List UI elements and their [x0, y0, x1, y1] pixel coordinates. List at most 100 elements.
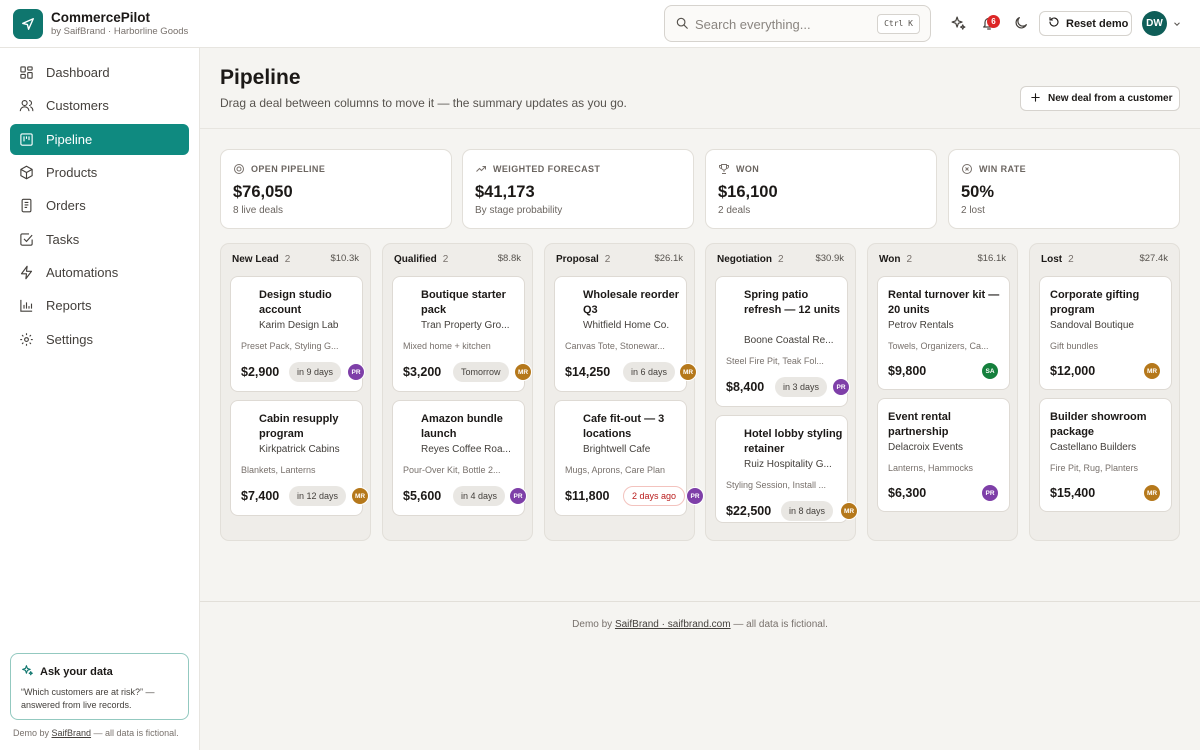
deal-card[interactable]: Design studio account Karim Design Lab P… [230, 276, 365, 392]
deal-card[interactable]: Rental turnover kit — 20 units Petrov Re… [877, 276, 1010, 390]
kanban-icon [20, 133, 33, 146]
chevron-down-icon[interactable] [1172, 17, 1182, 32]
new-deal-button[interactable]: New deal from a customer [1020, 86, 1180, 111]
sidebar-item-label: Products [46, 165, 98, 180]
kpi-subtext: 2 lost [961, 205, 985, 216]
moon-icon[interactable] [1011, 13, 1031, 33]
deal-amount: $2,900 [241, 365, 280, 379]
deal-amount: $5,600 [403, 489, 442, 503]
column-count: 2 [442, 254, 449, 265]
sidebar-item-tasks[interactable]: Tasks [10, 224, 189, 255]
ask-your-data-panel[interactable]: Ask your data “Which customers are at ri… [10, 653, 189, 720]
main-content: Pipeline Drag a deal between columns to … [200, 48, 1200, 750]
sidebar-item-dashboard[interactable]: Dashboard [10, 57, 189, 88]
sidebar-item-products[interactable]: Products [10, 157, 189, 188]
sidebar-item-customers[interactable]: Customers [10, 90, 189, 121]
deal-card[interactable]: Wholesale reorder Q3 Whitfield Home Co. … [554, 276, 697, 392]
saifbrand-site-link[interactable]: SaifBrand · saifbrand.com [615, 619, 731, 630]
column-header: Qualified 2 [394, 254, 448, 265]
box-icon [20, 165, 33, 180]
deal-title: Amazon bundle launch [421, 413, 503, 440]
deal-card[interactable]: Boutique starter pack Tran Property Gro.… [392, 276, 532, 392]
sidebar-item-pipeline[interactable]: Pipeline [10, 124, 189, 155]
kpi-open-pipeline: OPEN PIPELINE $76,050 8 live deals [220, 149, 452, 229]
sidebar-item-orders[interactable]: Orders [10, 190, 189, 221]
deal-title: Corporate gifting program [1050, 289, 1140, 316]
sidebar-footer: Demo by SaifBrand — all data is fictiona… [13, 728, 179, 738]
trophy-icon [719, 164, 729, 174]
pipeline-column-negotiation[interactable]: Negotiation 2 $30.9k Spring patio refresh… [705, 243, 858, 541]
sidebar-item-automations[interactable]: Automations [10, 257, 189, 288]
deal-card[interactable]: Event rental partnership Delacroix Event… [877, 398, 1010, 512]
deal-items: Preset Pack, Styling G... [241, 341, 339, 351]
owner-avatar: MR [351, 487, 369, 505]
bolt-icon [20, 265, 33, 280]
sidebar-item-label: Settings [46, 332, 93, 347]
deal-title: Boutique starter pack [421, 289, 506, 316]
search-placeholder: Search everything... [695, 17, 811, 32]
x-circle-icon [962, 164, 972, 174]
owner-avatar: MR [1143, 484, 1161, 502]
deal-customer: Delacroix Events [888, 442, 964, 453]
sidebar-item-label: Tasks [46, 232, 80, 247]
pipeline-column-proposal[interactable]: Proposal 2 $26.1k Wholesale reorder Q3 Wh… [544, 243, 704, 541]
overdue-date-badge: 2 days ago [623, 486, 686, 506]
saifbrand-link[interactable]: SaifBrand [52, 728, 92, 738]
deal-customer: Kirkpatrick Cabins [259, 444, 340, 455]
deal-card[interactable]: Hotel lobby styling retainer Ruiz Hospit… [715, 415, 858, 523]
deal-title: Cafe fit-out — 3 locations [583, 413, 665, 440]
column-header: New Lead 2 [232, 254, 290, 265]
app-logo-icon[interactable] [13, 9, 43, 39]
deal-card[interactable]: Amazon bundle launch Reyes Coffee Roa...… [392, 400, 527, 516]
kpi-label: WON [736, 164, 760, 174]
notification-count-badge: 6 [987, 15, 1000, 28]
deal-items: Pour-Over Kit, Bottle 2... [403, 465, 501, 475]
owner-avatar: PR [686, 487, 704, 505]
page-title: Pipeline [220, 66, 301, 89]
check-square-icon [20, 233, 33, 246]
deal-customer: Ruiz Hospitality G... [744, 459, 832, 470]
owner-avatar: MR [1143, 362, 1161, 380]
deal-items: Lanterns, Hammocks [888, 463, 974, 473]
gear-icon [20, 333, 33, 346]
kpi-value: $76,050 [233, 183, 293, 201]
kpi-win-rate: WIN RATE 50% 2 lost [948, 149, 1180, 229]
due-date-badge: in 3 days [775, 377, 828, 397]
kpi-subtext: 8 live deals [233, 205, 284, 216]
pipeline-column-lost[interactable]: Lost 2 $27.4k Corporate gifting program S… [1029, 243, 1180, 541]
due-date-badge: in 6 days [623, 362, 676, 382]
search-input[interactable]: Search everything... Ctrl K [664, 5, 931, 42]
column-total: $27.4k [1139, 253, 1168, 264]
due-date-badge: Tomorrow [453, 362, 509, 382]
sidebar-item-reports[interactable]: Reports [10, 290, 189, 321]
deal-title: Event rental partnership [888, 411, 951, 438]
deal-title: Hotel lobby styling retainer [744, 428, 843, 455]
user-avatar[interactable]: DW [1142, 11, 1167, 36]
pipeline-column-qualified[interactable]: Qualified 2 $8.8k Boutique starter pack T… [382, 243, 533, 541]
deal-card[interactable]: Corporate gifting program Sandoval Bouti… [1039, 276, 1172, 390]
column-count: 2 [604, 254, 611, 265]
deal-items: Blankets, Lanterns [241, 465, 316, 475]
deal-amount: $11,800 [565, 489, 610, 503]
sparkles-icon[interactable] [948, 13, 968, 33]
deal-card[interactable]: Builder showroom package Castellano Buil… [1039, 398, 1172, 512]
column-total: $26.1k [654, 253, 683, 264]
deal-card[interactable]: Spring patio refresh — 12 units Boone Co… [715, 276, 850, 407]
users-icon [19, 99, 34, 112]
deal-amount: $6,300 [888, 486, 927, 500]
pipeline-column-won[interactable]: Won 2 $16.1k Rental turnover kit — 20 uni… [867, 243, 1018, 541]
deal-card[interactable]: Cabin resupply program Kirkpatrick Cabin… [230, 400, 369, 516]
sidebar: Dashboard Customers Pipeline Products Or… [0, 48, 200, 750]
reset-demo-button[interactable]: Reset demo [1039, 11, 1132, 36]
sidebar-item-settings[interactable]: Settings [10, 324, 189, 355]
kpi-won: WON $16,100 2 deals [705, 149, 937, 229]
column-header: Negotiation 2 [717, 254, 784, 265]
sidebar-item-label: Automations [46, 265, 119, 280]
pipeline-column-new-lead[interactable]: New Lead 2 $10.3k Design studio account K… [220, 243, 371, 541]
deal-customer: Castellano Builders [1050, 442, 1137, 453]
deal-card[interactable]: Cafe fit-out — 3 locations Brightwell Ca… [554, 400, 704, 516]
column-name: New Lead [232, 254, 279, 265]
deal-items: Steel Fire Pit, Teak Fol... [726, 356, 824, 366]
column-total: $8.8k [497, 253, 521, 264]
column-total: $30.9k [815, 253, 844, 264]
